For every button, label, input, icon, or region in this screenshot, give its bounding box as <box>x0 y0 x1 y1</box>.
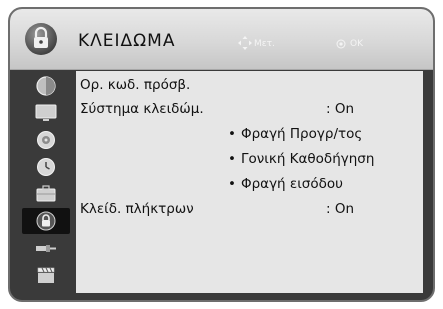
ok-hint: OK <box>350 39 363 49</box>
ok-button-icon <box>336 39 346 49</box>
lock-menu-window: ΚΛΕΙΔΩΜΑ Μετ. OK Ορ. κωδ. πρόσβ. Σύστημα… <box>8 7 435 302</box>
padlock-icon <box>25 23 57 55</box>
key-lock-value[interactable]: : On <box>326 201 354 217</box>
menu-item-set-password[interactable]: Ορ. κωδ. πρόσβ. <box>80 77 190 93</box>
sidebar-item-input[interactable] <box>22 235 70 261</box>
menu-item-input-block[interactable]: • Φραγή εισόδου <box>228 176 343 192</box>
audio-icon <box>37 131 55 149</box>
picture-icon <box>36 76 56 96</box>
sidebar-item-time[interactable] <box>22 154 70 180</box>
bullet-marker: • <box>228 176 236 192</box>
category-sidebar <box>22 73 70 293</box>
bullet-marker: • <box>228 151 236 167</box>
navigation-arrows-icon <box>238 36 252 50</box>
clock-icon <box>37 158 55 176</box>
sidebar-item-lock[interactable] <box>22 208 70 234</box>
lock-icon <box>36 211 56 231</box>
menu-item-lock-system[interactable]: Σύστημα κλειδώμ. <box>80 101 204 117</box>
menu-header: ΚΛΕΙΔΩΜΑ Μετ. OK <box>10 9 433 70</box>
sub-item-label: Γονική Καθοδήγηση <box>240 151 375 167</box>
lock-settings-panel: Ορ. κωδ. πρόσβ. Σύστημα κλειδώμ. : On • Φ… <box>76 71 423 293</box>
sidebar-item-media[interactable] <box>22 262 70 288</box>
sidebar-item-audio[interactable] <box>22 127 70 153</box>
menu-item-parental-guidance[interactable]: • Γονική Καθοδήγηση <box>228 151 374 167</box>
options-icon <box>36 185 56 202</box>
clapperboard-icon <box>37 267 55 283</box>
sidebar-item-options[interactable] <box>22 181 70 207</box>
sidebar-item-picture[interactable] <box>22 73 70 99</box>
input-cable-icon <box>36 245 56 252</box>
lock-system-value[interactable]: : On <box>326 101 354 117</box>
sub-item-label: Φραγή εισόδου <box>240 176 343 192</box>
move-hint: Μετ. <box>254 39 275 49</box>
bullet-marker: • <box>228 126 236 142</box>
sub-item-label: Φραγή Προγρ/τος <box>240 126 363 142</box>
menu-title: ΚΛΕΙΔΩΜΑ <box>78 31 176 51</box>
sidebar-item-screen[interactable] <box>22 100 70 126</box>
menu-item-key-lock[interactable]: Κλείδ. πλήκτρων <box>80 201 194 217</box>
tv-screen-icon <box>35 104 57 121</box>
menu-item-block-programme[interactable]: • Φραγή Προγρ/τος <box>228 126 362 142</box>
